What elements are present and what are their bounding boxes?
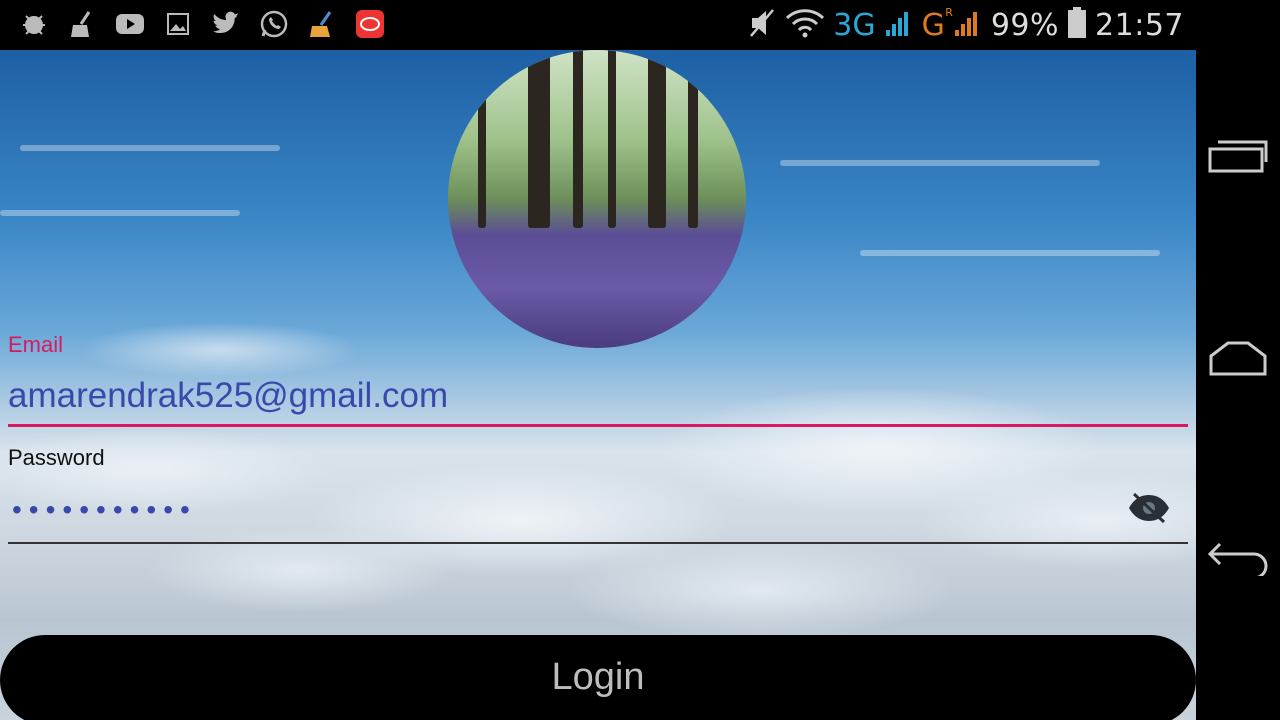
bug-icon xyxy=(18,8,50,40)
app-icon xyxy=(354,8,386,40)
password-visibility-toggle[interactable] xyxy=(1122,490,1176,530)
password-field[interactable]: ••••••••••• xyxy=(12,494,197,526)
login-button[interactable]: Login xyxy=(0,635,1196,720)
avatar-tree xyxy=(688,50,698,228)
home-icon xyxy=(1208,340,1268,381)
eye-off-icon xyxy=(1126,490,1172,531)
avatar-tree xyxy=(573,50,583,228)
network-3g-label: 3G xyxy=(833,8,876,43)
network-g-label: GR xyxy=(921,6,953,43)
login-screen: Email amarendrak525@gmail.com Password •… xyxy=(0,50,1196,720)
youtube-icon xyxy=(114,8,146,40)
avatar-tree xyxy=(608,50,616,228)
mute-icon xyxy=(747,6,777,45)
roaming-indicator: R xyxy=(945,6,953,19)
clock: 21:57 xyxy=(1095,8,1184,43)
wifi-icon xyxy=(785,8,825,43)
avatar-tree xyxy=(528,50,550,228)
email-label: Email xyxy=(8,332,64,357)
battery-percent: 99% xyxy=(990,8,1060,43)
notification-icons xyxy=(18,8,386,40)
cloud-streak xyxy=(860,250,1160,256)
avatar-tree xyxy=(478,58,486,228)
back-button[interactable] xyxy=(1196,518,1280,598)
cloud-streak xyxy=(20,145,280,151)
signal-g-icon xyxy=(953,8,983,43)
recent-apps-icon xyxy=(1208,139,1268,178)
status-bar: 3G GR 99% 21:57 xyxy=(0,0,1196,50)
cleaner-icon xyxy=(306,8,338,40)
broom-icon xyxy=(66,8,98,40)
password-underline xyxy=(8,542,1188,544)
navigation-bar xyxy=(1196,0,1280,720)
whatsapp-icon xyxy=(258,8,290,40)
recent-apps-button[interactable] xyxy=(1196,118,1280,198)
email-field[interactable]: amarendrak525@gmail.com xyxy=(8,376,448,416)
email-underline xyxy=(8,424,1188,427)
image-icon xyxy=(162,8,194,40)
avatar-tree xyxy=(648,50,666,228)
system-status: 3G GR 99% 21:57 xyxy=(747,6,1184,45)
twitter-icon xyxy=(210,8,242,40)
home-button[interactable] xyxy=(1196,320,1280,400)
profile-avatar xyxy=(448,50,746,348)
signal-3g-icon xyxy=(884,8,914,43)
battery-icon xyxy=(1067,7,1087,44)
cloud-streak xyxy=(0,210,240,216)
password-label: Password xyxy=(8,445,105,470)
back-icon xyxy=(1206,536,1270,581)
cloud-streak xyxy=(780,160,1100,166)
